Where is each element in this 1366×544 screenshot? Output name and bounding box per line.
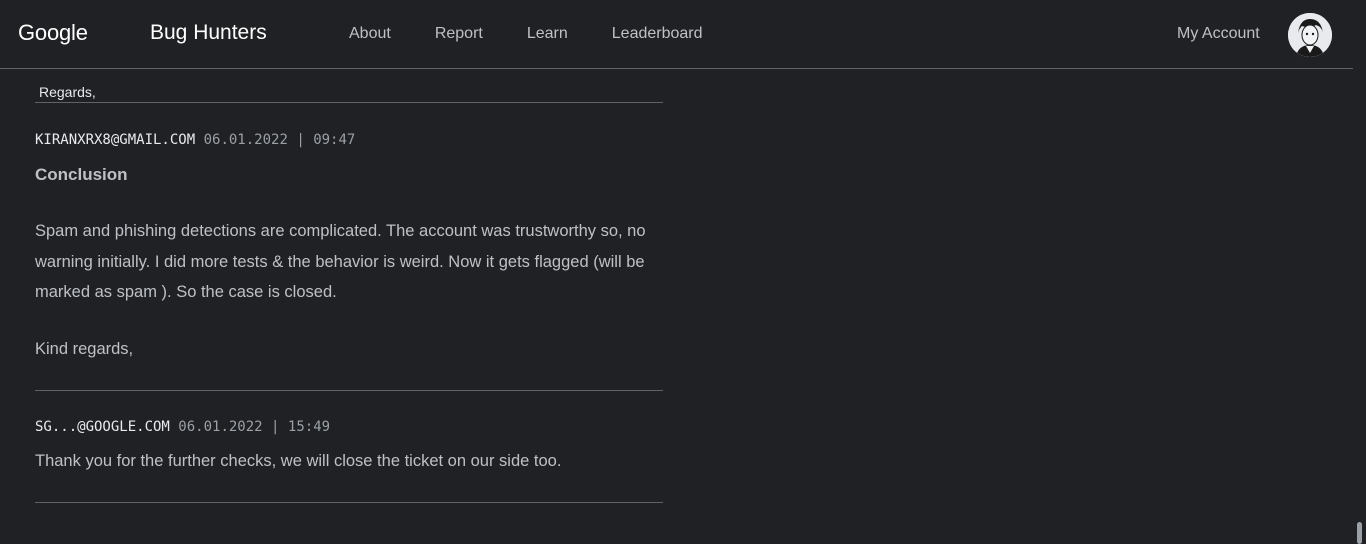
comment-heading: Conclusion: [35, 165, 128, 184]
comment-body: Thank you for the further checks, we wil…: [35, 452, 562, 470]
comment-separator: |: [271, 419, 280, 435]
nav-about[interactable]: About: [349, 25, 391, 43]
nav-learn[interactable]: Learn: [527, 25, 568, 43]
comment-body: Spam and phishing detections are complic…: [35, 222, 646, 301]
nav-leaderboard[interactable]: Leaderboard: [612, 25, 703, 43]
comment-divider: [35, 390, 663, 391]
top-navigation-bar: Google Bug Hunters About Report Learn Le…: [0, 0, 1353, 69]
comment-time: 15:49: [287, 419, 331, 435]
comment-divider: [35, 102, 663, 103]
nav-report[interactable]: Report: [435, 25, 483, 43]
comment-closing: Kind regards,: [35, 340, 134, 358]
page-scrollbar[interactable]: [1353, 0, 1366, 544]
my-account-link[interactable]: My Account: [1177, 25, 1260, 43]
comment-date: 06.01.2022: [178, 419, 263, 435]
comment-author: SG...@GOOGLE.COM: [35, 419, 170, 435]
bug-hunters-title[interactable]: Bug Hunters: [150, 21, 267, 45]
comment-meta: SG...@GOOGLE.COM 06.01.2022 | 15:49: [35, 419, 330, 435]
previous-comment-closing: Regards,: [39, 84, 96, 100]
user-avatar-icon[interactable]: [1288, 13, 1332, 57]
scrollbar-thumb[interactable]: [1357, 522, 1362, 544]
comment-author: KIRANXRX8@GMAIL.COM: [35, 132, 196, 148]
google-logo[interactable]: Google: [18, 20, 88, 46]
comment-divider: [35, 502, 663, 503]
comment-time: 09:47: [313, 132, 356, 148]
comment-date: 06.01.2022: [203, 132, 288, 148]
main-nav: About Report Learn Leaderboard: [349, 25, 747, 43]
comment-meta: KIRANXRX8@GMAIL.COM 06.01.2022 | 09:47: [35, 132, 355, 148]
comment-separator: |: [296, 132, 305, 148]
